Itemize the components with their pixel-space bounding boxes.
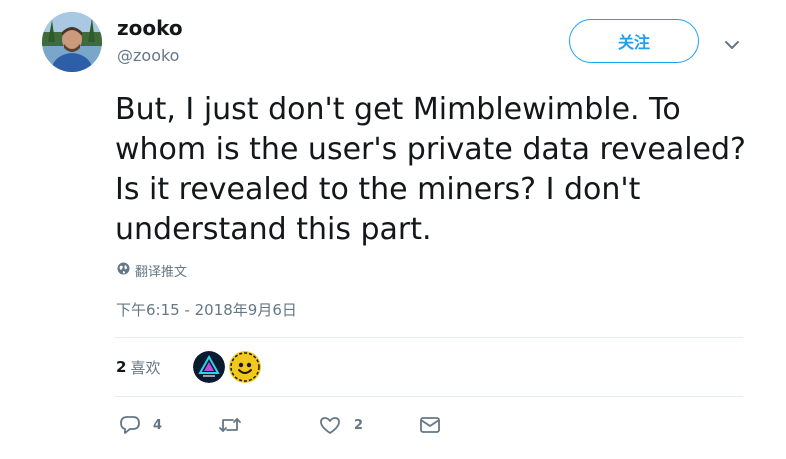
reply-count: 4 bbox=[153, 417, 163, 433]
reply-icon bbox=[119, 414, 141, 436]
avatar[interactable] bbox=[42, 12, 102, 72]
follow-button[interactable]: 关注 bbox=[569, 19, 699, 63]
display-name[interactable]: zooko bbox=[117, 16, 183, 40]
tweet-text-line: But, I just don't get Mimblewimble. To bbox=[115, 92, 681, 127]
divider bbox=[115, 337, 743, 338]
translate-label: 翻译推文 bbox=[135, 265, 188, 280]
retweet-icon bbox=[218, 414, 242, 436]
likes-label: 喜欢 bbox=[130, 358, 161, 377]
handle[interactable]: @zooko bbox=[117, 46, 179, 65]
timestamp[interactable]: 下午6:15 - 2018年9月6日 bbox=[116, 299, 297, 320]
tweet-text-line: Is it revealed to the miners? I don't bbox=[115, 172, 641, 207]
tweet-text: But, I just don't get Mimblewimble. To w… bbox=[115, 90, 765, 250]
liker-avatar[interactable] bbox=[229, 351, 261, 383]
mail-icon bbox=[418, 414, 442, 436]
retweet-button[interactable] bbox=[218, 412, 254, 438]
heart-icon bbox=[318, 414, 342, 436]
reply-button[interactable]: 4 bbox=[119, 412, 162, 438]
globe-icon bbox=[117, 262, 130, 279]
tweet-text-line: whom is the user's private data revealed… bbox=[115, 132, 746, 167]
chevron-down-icon[interactable] bbox=[721, 34, 743, 56]
translate-tweet-link[interactable]: 翻译推文 bbox=[117, 261, 187, 280]
likes-stat[interactable]: 2 喜欢 bbox=[116, 352, 160, 382]
like-button[interactable]: 2 bbox=[318, 412, 363, 438]
like-count: 2 bbox=[354, 417, 364, 433]
direct-message-button[interactable] bbox=[418, 412, 442, 438]
likes-count: 2 bbox=[116, 358, 127, 376]
liker-avatar[interactable] bbox=[193, 351, 225, 383]
divider bbox=[115, 396, 743, 397]
tweet-text-line: understand this part. bbox=[115, 212, 432, 247]
